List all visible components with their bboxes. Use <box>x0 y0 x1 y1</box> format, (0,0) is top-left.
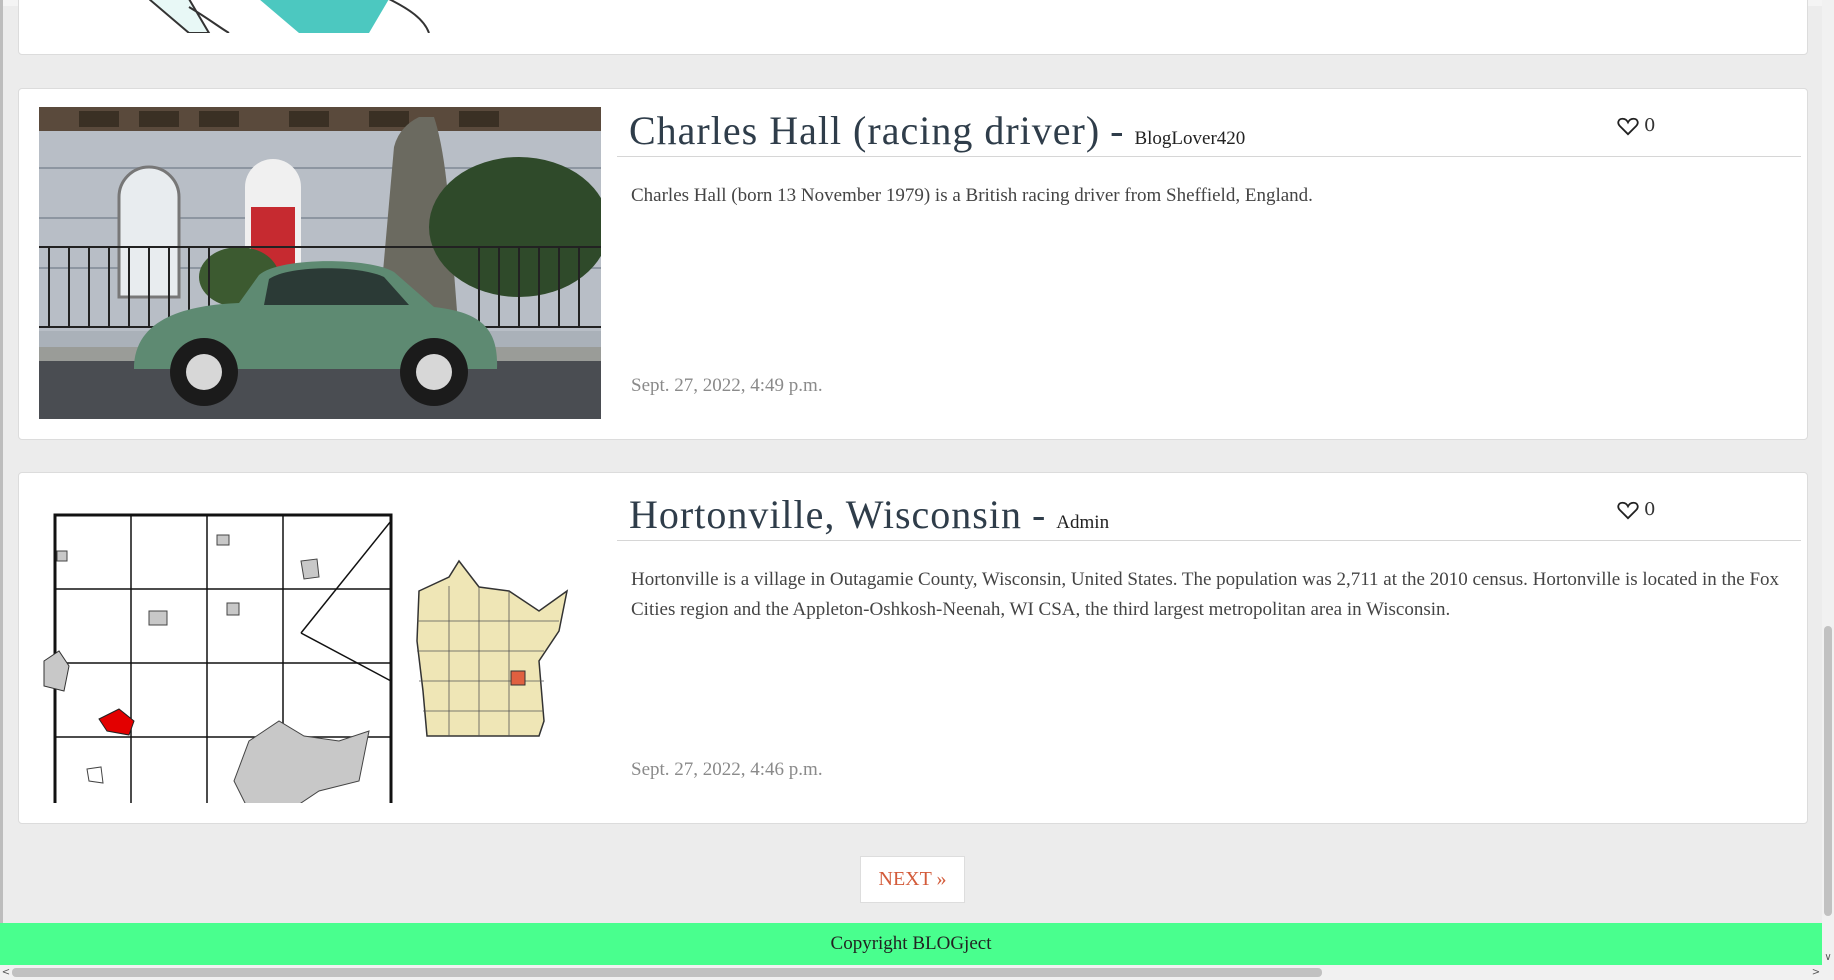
post-card: Hortonville, Wisconsin - Admin 0 Hortonvil… <box>18 472 1808 824</box>
post-title-row: Charles Hall (racing driver) - BlogLover42… <box>617 103 1801 157</box>
post-title-row: Hortonville, Wisconsin - Admin 0 <box>617 487 1801 541</box>
post-title-text[interactable]: Hortonville, Wisconsin <box>629 492 1022 537</box>
heart-icon[interactable] <box>1617 500 1639 520</box>
left-edge <box>0 0 3 980</box>
like-button[interactable]: 0 <box>1617 115 1655 136</box>
next-page-button[interactable]: NEXT » <box>860 856 965 903</box>
post-date: Sept. 27, 2022, 4:49 p.m. <box>631 375 823 396</box>
horizontal-scrollbar-thumb[interactable] <box>12 968 1322 977</box>
title-separator: - <box>1110 108 1125 153</box>
scroll-left-arrow-icon[interactable]: < <box>0 965 12 980</box>
scroll-right-arrow-icon[interactable]: > <box>1810 965 1822 980</box>
scroll-down-arrow-icon[interactable]: ∨ <box>1822 951 1834 965</box>
post-author[interactable]: BlogLover420 <box>1134 128 1245 149</box>
post-image-partial <box>149 0 509 33</box>
like-count: 0 <box>1644 499 1656 520</box>
footer-copyright: Copyright BLOGject <box>830 933 992 954</box>
post-title[interactable]: Hortonville, Wisconsin - Admin <box>629 491 1109 538</box>
vertical-scrollbar-thumb[interactable] <box>1824 626 1832 916</box>
post-card: Charles Hall (racing driver) - BlogLover42… <box>18 88 1808 440</box>
post-excerpt: Hortonville is a village in Outagamie Co… <box>631 569 1780 620</box>
post-author[interactable]: Admin <box>1056 512 1109 533</box>
like-count: 0 <box>1644 115 1656 136</box>
horizontal-scrollbar[interactable]: < > <box>0 965 1834 980</box>
title-separator: - <box>1031 492 1047 537</box>
post-card-partial <box>18 0 1808 55</box>
like-button[interactable]: 0 <box>1617 499 1655 520</box>
map-image[interactable] <box>39 491 601 803</box>
post-date: Sept. 27, 2022, 4:46 p.m. <box>631 759 823 780</box>
post-excerpt: Charles Hall (born 13 November 1979) is … <box>631 185 1313 206</box>
car-photo-image[interactable] <box>39 107 601 419</box>
footer: Copyright BLOGject <box>0 923 1822 965</box>
post-title-text[interactable]: Charles Hall (racing driver) <box>629 108 1100 153</box>
page-viewport: Charles Hall (racing driver) - BlogLover42… <box>0 0 1834 980</box>
post-title[interactable]: Charles Hall (racing driver) - BlogLover42… <box>629 107 1245 154</box>
vertical-scrollbar[interactable]: ∨ <box>1822 0 1834 965</box>
heart-icon[interactable] <box>1617 116 1639 136</box>
